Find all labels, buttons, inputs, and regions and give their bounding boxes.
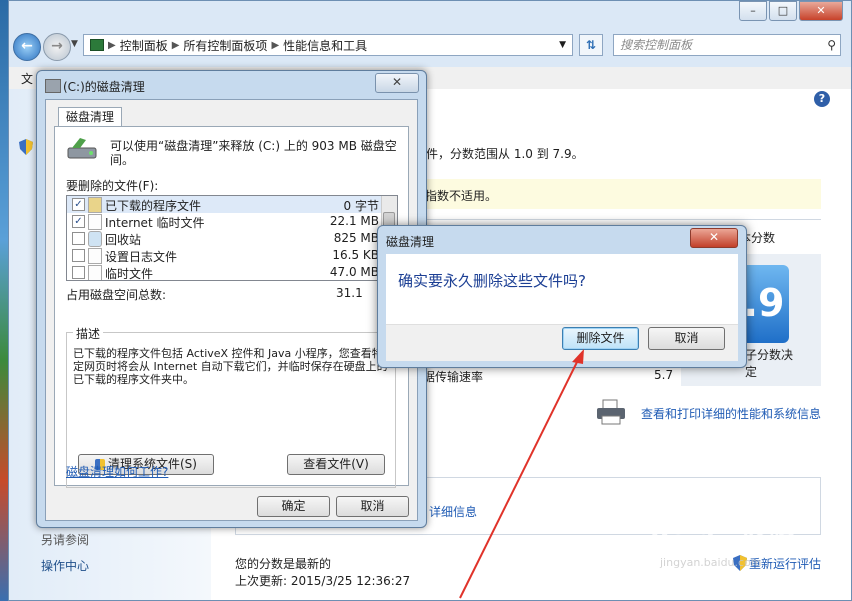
file-size: 0 字节 (343, 199, 379, 213)
list-item[interactable]: ✓ 已下载的程序文件 0 字节 (67, 196, 383, 213)
checkbox[interactable] (72, 266, 85, 279)
search-placeholder: 搜索控制面板 (620, 38, 693, 52)
breadcrumb-separator-icon: ▶ (108, 39, 116, 51)
confirm-message: 确实要永久删除这些文件吗? (398, 272, 586, 290)
breadcrumb-separator-icon: ▶ (271, 39, 280, 51)
notice-bar: 指数不适用。 (423, 179, 821, 209)
files-label: 要删除的文件(F): (66, 179, 159, 193)
disk-cleanup-icon (66, 136, 98, 162)
notice-text: 指数不适用。 (425, 189, 498, 203)
search-icon[interactable]: ⚲ (827, 35, 836, 55)
baidu-watermark-logo: Baidu 经验 (650, 526, 795, 556)
checkbox[interactable] (72, 249, 85, 262)
status-up-to-date: 您的分数是最新的 (235, 557, 332, 571)
back-arrow-icon: ← (21, 38, 33, 54)
recycle-bin-icon (88, 231, 102, 247)
intro-text: 可以使用“磁盘清理”来释放 (C:) 上的 903 MB 磁盘空间。 (110, 139, 397, 167)
list-item[interactable]: ✓ Internet 临时文件 22.1 MB (67, 213, 383, 230)
see-also-heading: 另请参阅 (41, 533, 90, 547)
close-button[interactable]: ✕ (799, 1, 843, 21)
total-space-label: 占用磁盘空间总数: (66, 288, 167, 302)
confirm-delete-dialog: 磁盘清理 ✕ 确实要永久删除这些文件吗? 删除文件 取消 (377, 225, 747, 368)
folder-icon (88, 197, 102, 213)
page-icon (88, 248, 102, 264)
control-panel-icon (90, 39, 104, 51)
checkbox[interactable]: ✓ (72, 215, 85, 228)
navigation-bar: ← → ▼ ▶ 控制面板 ▶ 所有控制面板项 ▶ 性能信息和工具 ▼ ⇅ 搜索控… (13, 31, 845, 61)
dialog-title: (C:)的磁盘清理 (63, 80, 145, 94)
file-size: 16.5 KB (332, 248, 379, 262)
list-item[interactable]: 设置日志文件 16.5 KB (67, 247, 383, 264)
address-bar[interactable]: ▶ 控制面板 ▶ 所有控制面板项 ▶ 性能信息和工具 ▼ (83, 34, 573, 56)
close-button[interactable]: ✕ (375, 73, 419, 93)
breadcrumb-performance[interactable]: 性能信息和工具 (283, 37, 367, 54)
how-disk-cleanup-works-link[interactable]: 磁盘清理如何工作? (66, 463, 168, 480)
back-button[interactable]: ← (13, 33, 41, 61)
file-size: 825 MB (333, 231, 379, 245)
file-name: 回收站 (105, 233, 142, 247)
refresh-icon: ⇅ (585, 38, 597, 52)
breadcrumb-separator-icon: ▶ (171, 39, 180, 51)
confirm-dialog-title: 磁盘清理 (386, 235, 435, 249)
file-size: 22.1 MB (329, 214, 379, 228)
file-name: 已下载的程序文件 (105, 199, 202, 213)
disk-cleanup-dialog: (C:)的磁盘清理 ✕ 磁盘清理 可以使用“磁盘清理”来释放 (C:) 上的 9… (36, 70, 427, 528)
page-icon (88, 214, 102, 230)
refresh-button[interactable]: ⇅ (579, 34, 603, 56)
shield-icon (19, 139, 33, 155)
action-center-link[interactable]: 操作中心 (41, 557, 89, 574)
dialog-body: 磁盘清理 可以使用“磁盘清理”来释放 (C:) 上的 903 MB 磁盘空间。 … (45, 99, 418, 521)
checkbox[interactable] (72, 232, 85, 245)
file-name: Internet 临时文件 (105, 216, 205, 230)
view-files-button[interactable]: 查看文件(V) (287, 454, 385, 475)
files-to-delete-list[interactable]: ✓ 已下载的程序文件 0 字节 ✓ Internet 临时文件 22.1 MB … (66, 195, 398, 281)
cancel-button[interactable]: 取消 (336, 496, 409, 517)
subscore-label-line1: 子分数决 (745, 348, 794, 362)
tab-disk-cleanup[interactable]: 磁盘清理 (58, 107, 122, 127)
score-description: 件，分数范围从 1.0 到 7.9。 (426, 147, 584, 161)
cancel-button[interactable]: 取消 (648, 327, 725, 350)
checkbox[interactable]: ✓ (72, 198, 85, 211)
breadcrumb-control-panel[interactable]: 控制面板 (120, 37, 168, 54)
printer-icon (595, 399, 627, 425)
help-icon[interactable]: ? (814, 91, 830, 107)
ok-button[interactable]: 确定 (257, 496, 330, 517)
forward-button[interactable]: → (43, 33, 71, 61)
minimize-button[interactable]: – (739, 1, 767, 21)
address-dropdown-icon[interactable]: ▼ (559, 40, 566, 50)
description-text: 已下载的程序文件包括 ActiveX 控件和 Java 小程序，您查看特定网页时… (73, 347, 388, 386)
maximize-button[interactable]: □ (769, 1, 797, 21)
total-space-value: 31.1 (336, 286, 363, 300)
file-size: 47.0 MB (329, 265, 379, 279)
drive-icon (45, 79, 61, 93)
confirm-body: 确实要永久删除这些文件吗? (386, 254, 738, 324)
subscore-label-line2: 定 (745, 365, 758, 379)
breadcrumb-all-items[interactable]: 所有控制面板项 (183, 37, 267, 54)
print-details-link[interactable]: 查看和打印详细的性能和系统信息 (641, 405, 821, 422)
disk-row-value: 5.7 (654, 368, 674, 382)
menu-file[interactable]: 文 (21, 70, 33, 87)
tab-page: 可以使用“磁盘清理”来释放 (C:) 上的 903 MB 磁盘空间。 要删除的文… (54, 126, 409, 488)
confirm-footer: 删除文件 取消 (386, 324, 738, 361)
page-icon (88, 265, 102, 280)
watermark-site: jingyan.baidu.com (660, 556, 762, 569)
window-caption-buttons: – □ ✕ (737, 1, 843, 21)
description-label: 描述 (73, 325, 104, 342)
file-name: 设置日志文件 (105, 250, 178, 264)
close-button[interactable]: ✕ (690, 228, 738, 248)
delete-files-button[interactable]: 删除文件 (562, 327, 639, 350)
last-updated: 上次更新: 2015/3/25 12:36:27 (235, 574, 411, 588)
forward-arrow-icon: → (51, 38, 63, 54)
divider (423, 219, 821, 220)
history-dropdown-icon[interactable]: ▼ (71, 39, 78, 49)
list-item[interactable]: 临时文件 47.0 MB (67, 264, 383, 281)
list-item[interactable]: 回收站 825 MB (67, 230, 383, 247)
disk-row-label: 据传输速率 (423, 370, 484, 384)
search-input[interactable]: 搜索控制面板 ⚲ (613, 34, 841, 56)
details-link[interactable]: 详细信息 (429, 503, 477, 520)
file-name: 临时文件 (105, 267, 154, 281)
